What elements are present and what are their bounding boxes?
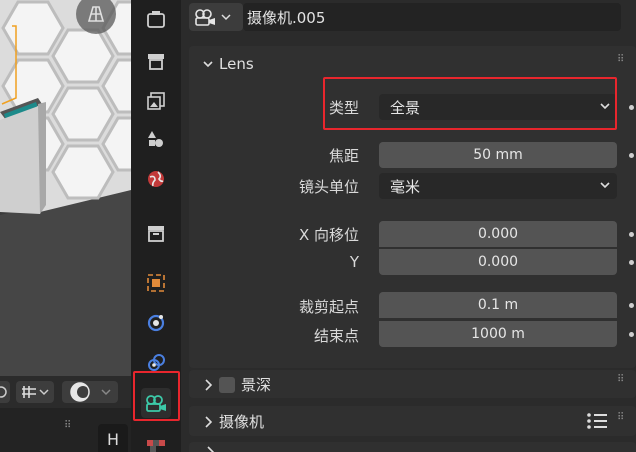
viewport-scene xyxy=(0,0,131,376)
circle-icon xyxy=(0,386,7,398)
tool-icon xyxy=(147,11,165,28)
shift-y-value: 0.000 xyxy=(477,254,519,270)
shift-x-label: X 向移位 xyxy=(298,226,359,244)
texture-icon xyxy=(147,440,165,452)
tab-collection[interactable] xyxy=(141,218,171,248)
dof-panel-title: 景深 xyxy=(241,376,272,394)
viewport-footer: ⠿ H xyxy=(0,408,131,452)
physics-icon xyxy=(147,314,165,332)
camera-panel-title: 摄像机 xyxy=(219,413,265,431)
tab-texture[interactable] xyxy=(141,436,171,452)
snap-grid-icon xyxy=(22,386,36,398)
world-icon xyxy=(148,171,164,187)
lens-unit-select[interactable]: 毫米 xyxy=(379,173,617,199)
chevron-down-icon xyxy=(221,14,231,21)
animate-property-dot[interactable] xyxy=(629,153,634,158)
focal-length-label: 焦距 xyxy=(328,147,359,165)
properties-header: 摄像机.005 xyxy=(181,0,636,36)
datablock-selector[interactable] xyxy=(189,3,243,31)
tab-view-layer[interactable] xyxy=(141,124,171,154)
clip-end-label: 结束点 xyxy=(313,327,359,345)
camera-tab-highlight xyxy=(133,371,180,421)
viewport-h-button[interactable]: H xyxy=(98,424,128,452)
chevron-right-icon xyxy=(205,378,213,391)
animate-property-dot[interactable] xyxy=(629,260,634,265)
lens-panel-title: Lens xyxy=(219,55,254,73)
clip-end-field[interactable]: 1000 m xyxy=(379,321,617,347)
shift-x-field[interactable]: 0.000 xyxy=(379,221,617,247)
tab-output[interactable] xyxy=(141,86,171,116)
dof-panel-header[interactable]: 景深 xyxy=(203,374,271,395)
lens-panel-header[interactable]: Lens xyxy=(203,55,254,73)
drag-handle-icon[interactable]: ⠿ xyxy=(617,374,624,385)
object-icon xyxy=(147,274,165,292)
clip-start-label: 裁剪起点 xyxy=(298,298,359,316)
constraints-icon xyxy=(148,354,165,371)
chevron-down-icon xyxy=(600,182,610,189)
lens-type-highlight xyxy=(323,77,617,130)
camera-panel-header[interactable]: 摄像机 xyxy=(203,411,264,432)
clip-start-value: 0.1 m xyxy=(477,297,519,313)
focal-length-field[interactable]: 50 mm xyxy=(379,142,617,168)
dof-enable-checkbox[interactable] xyxy=(219,376,235,393)
output-icon xyxy=(147,92,165,110)
overlay-dropdown[interactable] xyxy=(62,381,118,403)
chevron-down-icon xyxy=(101,389,111,396)
collection-icon xyxy=(148,226,164,242)
animate-property-dot[interactable] xyxy=(629,232,634,237)
view-layer-icon xyxy=(148,131,163,147)
chevron-right-icon xyxy=(205,415,213,428)
shift-x-value: 0.000 xyxy=(477,226,519,242)
tab-physics[interactable] xyxy=(141,308,171,338)
viewport-header xyxy=(0,376,131,408)
tab-world[interactable] xyxy=(141,164,171,194)
animate-property-dot[interactable] xyxy=(629,105,634,110)
presets-list-icon[interactable] xyxy=(585,410,609,432)
next-panel xyxy=(189,442,636,452)
drag-handle-icon[interactable]: ⠿ xyxy=(617,412,624,423)
chevron-right-icon xyxy=(207,446,215,452)
camera-data-icon xyxy=(195,9,215,26)
grid-icon xyxy=(87,6,105,22)
clip-start-field[interactable]: 0.1 m xyxy=(379,292,617,318)
camera-name-field[interactable]: 摄像机.005 xyxy=(243,3,621,31)
render-icon xyxy=(148,54,164,70)
overlay-icon xyxy=(70,382,90,402)
properties-editor: 摄像机.005 Lens ⠿ 类型 全景 焦距 50 mm 镜头单位 毫米 X … xyxy=(181,0,636,452)
h-label: H xyxy=(106,429,120,449)
camera-name: 摄像机.005 xyxy=(247,8,326,27)
focal-length-value: 50 mm xyxy=(473,147,523,163)
drag-handle-icon[interactable]: ⠿ xyxy=(617,54,624,65)
animate-property-dot[interactable] xyxy=(629,332,634,337)
chevron-down-icon xyxy=(39,389,49,396)
clip-end-value: 1000 m xyxy=(471,326,525,342)
shift-y-field[interactable]: 0.000 xyxy=(379,249,617,275)
tab-object[interactable] xyxy=(141,268,171,298)
camera-panel: 摄像机 ⠿ xyxy=(189,406,636,436)
drag-handle-icon[interactable]: ⠿ xyxy=(64,420,71,431)
lens-unit-value: 毫米 xyxy=(390,177,421,196)
properties-tab-bar xyxy=(131,0,181,452)
shift-y-label: Y xyxy=(349,253,359,271)
animate-property-dot[interactable] xyxy=(629,303,634,308)
dof-panel: 景深 ⠿ xyxy=(189,370,636,398)
tab-render[interactable] xyxy=(141,46,171,76)
3d-viewport[interactable]: ⠿ H xyxy=(0,0,131,452)
tab-tool[interactable] xyxy=(141,4,171,34)
shading-toggle[interactable] xyxy=(0,381,10,403)
snap-dropdown[interactable] xyxy=(16,381,54,403)
chevron-down-icon xyxy=(203,61,213,68)
lens-unit-label: 镜头单位 xyxy=(298,178,359,196)
